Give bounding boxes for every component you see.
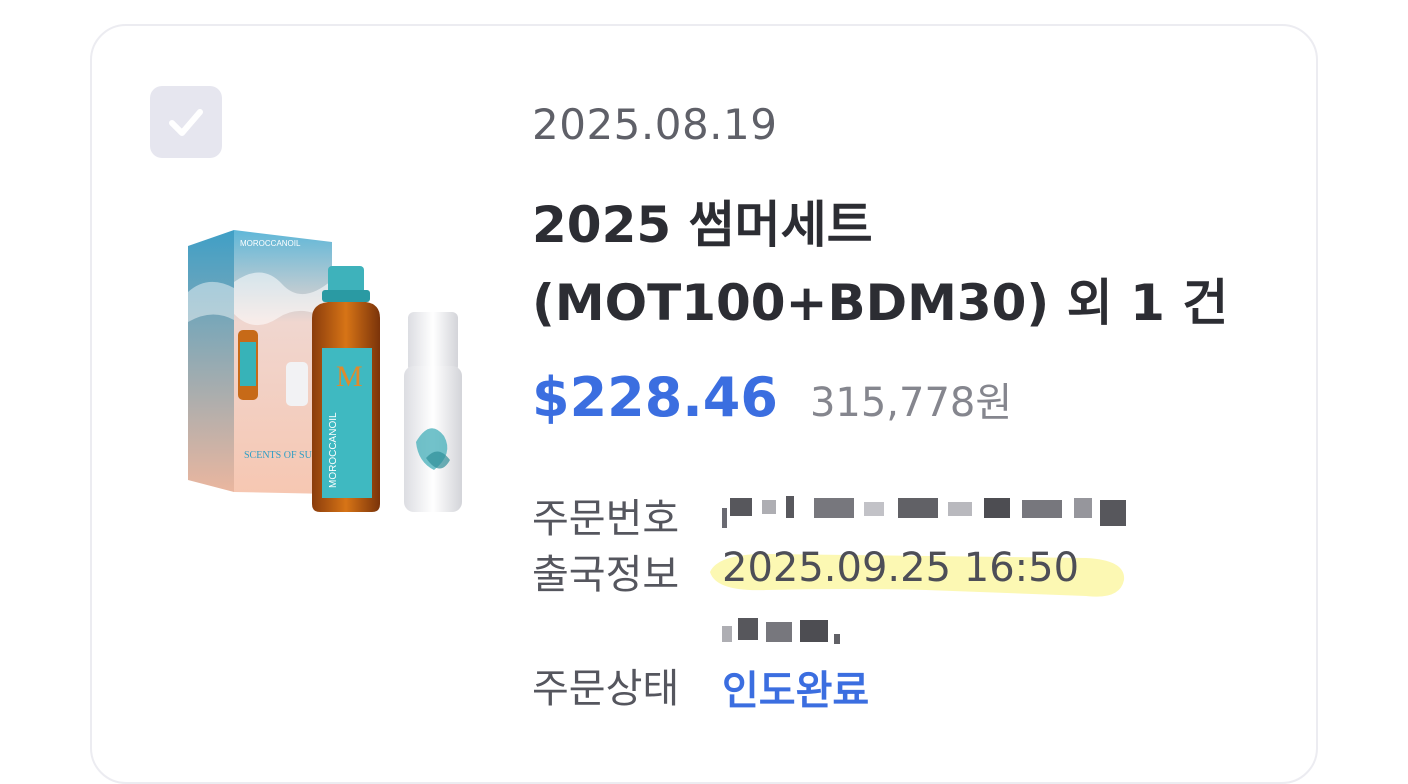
status-value: 인도완료 (722, 668, 870, 714)
departure-detail-redacted (722, 618, 840, 644)
check-icon (169, 109, 203, 136)
price-krw: 315,778원 (809, 380, 1013, 426)
bottle-monogram: M (336, 360, 363, 393)
status-label: 주문상태 (532, 666, 680, 712)
price-usd: $228.46 (532, 366, 778, 429)
order-date: 2025.08.19 (532, 100, 778, 149)
order-number-redacted (722, 496, 1126, 528)
box-brand-text: MOROCCANOIL (240, 239, 301, 248)
price-row: $228.46 315,778원 (532, 366, 1012, 429)
product-title[interactable]: 2025 썸머세트(MOT100+BDM30) 외 1 건 (532, 186, 1272, 342)
departure-value: 2025.09.25 16:50 (722, 545, 1080, 591)
bottle-brand-text: MOROCCANOIL (328, 412, 339, 488)
departure-label: 출국정보 (532, 552, 680, 598)
select-checkbox[interactable] (150, 86, 222, 158)
order-number-label: 주문번호 (532, 496, 680, 542)
product-image[interactable]: MOROCCANOIL SCENTS OF SUMMER M MOROCCANO… (182, 222, 472, 522)
